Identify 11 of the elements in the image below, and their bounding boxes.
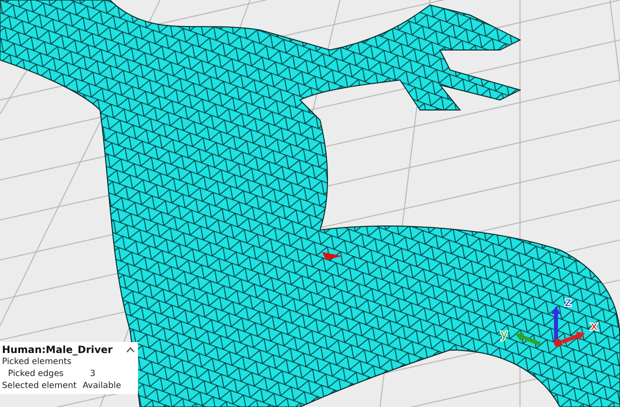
property-label: Picked elements — [2, 357, 72, 368]
panel-title: Human:Male_Driver — [2, 345, 113, 356]
property-label: Selected element — [2, 381, 77, 392]
pointer-icon — [322, 252, 342, 260]
axis-triad-drawing — [515, 306, 585, 347]
property-value: 3 — [90, 369, 96, 380]
collapse-icon[interactable] — [126, 347, 135, 354]
axis-label: z — [564, 295, 572, 309]
property-label: Picked edges — [8, 369, 65, 380]
axis-label: x — [590, 319, 598, 333]
property-value: Available — [82, 381, 122, 392]
